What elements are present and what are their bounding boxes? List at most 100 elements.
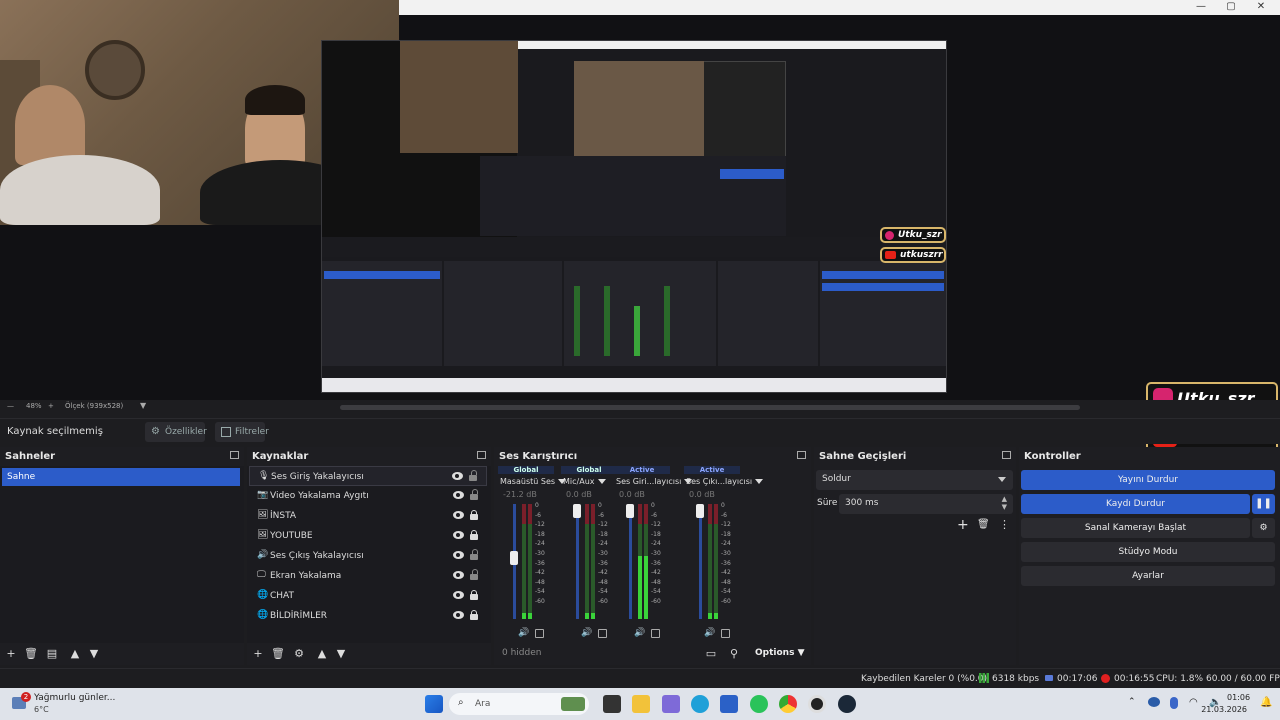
volume-fader[interactable]: [576, 504, 579, 619]
eye-icon[interactable]: [452, 472, 463, 480]
task-view-icon[interactable]: [603, 695, 621, 713]
source-item[interactable]: 🖼 İNSTA: [249, 506, 487, 526]
filters-button[interactable]: Filtreler: [215, 422, 269, 442]
trash-icon[interactable]: 🗑: [271, 648, 285, 660]
lock-icon[interactable]: [470, 510, 478, 520]
source-item[interactable]: 📷 Video Yakalama Aygıtı: [249, 486, 487, 506]
lock-icon[interactable]: [470, 530, 478, 540]
chevron-down-icon[interactable]: ▼: [140, 401, 146, 410]
chrome-icon[interactable]: [779, 695, 797, 713]
lock-icon[interactable]: [470, 590, 478, 600]
lock-icon[interactable]: [470, 489, 478, 500]
preview-canvas[interactable]: — ▢ ✕: [0, 0, 1280, 400]
stop-stream-button[interactable]: Yayını Durdur: [1021, 470, 1275, 490]
lock-icon[interactable]: [469, 470, 477, 481]
eye-icon[interactable]: [453, 611, 464, 619]
speaker-icon[interactable]: 🔊: [634, 628, 645, 638]
channel-name-select[interactable]: Ses Giri...layıcısı: [616, 477, 693, 486]
lock-icon[interactable]: [470, 610, 478, 620]
trash-icon[interactable]: 🗑: [977, 519, 990, 530]
maximize-button[interactable]: ▢: [1216, 0, 1246, 15]
notification-icon[interactable]: 🔔: [1260, 697, 1272, 708]
eye-icon[interactable]: [453, 551, 464, 559]
microphone-icon[interactable]: [1170, 697, 1178, 709]
source-item[interactable]: 🎙 Ses Giriş Yakalayıcısı: [249, 466, 487, 486]
copilot-icon[interactable]: [662, 695, 680, 713]
channel-name-select[interactable]: Mic/Aux: [563, 477, 606, 486]
undock-icon[interactable]: [230, 451, 239, 459]
obs-icon[interactable]: [808, 695, 826, 713]
channel-name-select[interactable]: Ses Çıkı...layıcısı: [686, 477, 764, 486]
eye-icon[interactable]: [453, 531, 464, 539]
virtual-camera-settings-button[interactable]: ⚙: [1252, 518, 1275, 538]
source-item[interactable]: 🔊 Ses Çıkış Yakalayıcısı: [249, 546, 487, 566]
wifi-icon[interactable]: ◠: [1189, 697, 1198, 708]
chevron-up-icon[interactable]: ⌃: [1128, 697, 1136, 707]
source-item[interactable]: 🖵 Ekran Yakalama: [249, 566, 487, 586]
lock-icon[interactable]: [470, 569, 478, 580]
channel-settings-icon[interactable]: [598, 629, 607, 638]
minimize-button[interactable]: —: [1186, 0, 1216, 15]
zoom-scale-select[interactable]: Ölçek (939x528): [65, 402, 123, 410]
speaker-icon[interactable]: 🔊: [581, 628, 592, 638]
whatsapp-icon[interactable]: [750, 695, 768, 713]
spinner-icon[interactable]: ▲ ▼: [1002, 495, 1007, 511]
file-explorer-icon[interactable]: [632, 695, 650, 713]
edge-icon[interactable]: [691, 695, 709, 713]
virtual-camera-button[interactable]: Sanal Kamerayı Başlat: [1021, 518, 1250, 538]
move-up-button[interactable]: ▲: [69, 648, 81, 660]
cloud-icon[interactable]: [1148, 697, 1160, 707]
properties-button[interactable]: ⚙ Özellikler: [145, 422, 207, 442]
lock-icon[interactable]: [470, 549, 478, 560]
zoom-in-button[interactable]: +: [48, 402, 54, 410]
eye-icon[interactable]: [453, 511, 464, 519]
speaker-icon[interactable]: 🔊: [518, 628, 529, 638]
fader-knob[interactable]: [696, 504, 704, 518]
eye-icon[interactable]: [453, 591, 464, 599]
layout-icon[interactable]: ▭: [705, 648, 717, 660]
source-item[interactable]: 🌐 BİLDİRİMLER: [249, 606, 487, 626]
start-icon[interactable]: [425, 695, 443, 713]
filter-icon[interactable]: ▤: [46, 648, 58, 660]
scene-item[interactable]: Sahne: [2, 468, 240, 486]
volume-fader[interactable]: [629, 504, 632, 619]
source-item[interactable]: 🌐 CHAT: [249, 586, 487, 606]
channel-settings-icon[interactable]: [721, 629, 730, 638]
pause-recording-button[interactable]: ❚❚: [1252, 494, 1275, 514]
undock-icon[interactable]: [477, 451, 486, 459]
channel-name-select[interactable]: Masaüstü Ses: [500, 477, 567, 486]
fader-knob[interactable]: [573, 504, 581, 518]
move-down-button[interactable]: ▼: [88, 648, 100, 660]
settings-button[interactable]: Ayarlar: [1021, 566, 1275, 586]
studio-mode-button[interactable]: Stüdyo Modu: [1021, 542, 1275, 562]
search-box[interactable]: ⌕ Ara: [449, 693, 589, 715]
speaker-icon[interactable]: 🔊: [704, 628, 715, 638]
duration-input[interactable]: 300 ms ▲ ▼: [839, 494, 1013, 514]
undock-icon[interactable]: [1002, 451, 1011, 459]
source-item[interactable]: 🖼 YOUTUBE: [249, 526, 487, 546]
channel-settings-icon[interactable]: [651, 629, 660, 638]
eye-icon[interactable]: [453, 571, 464, 579]
fader-knob[interactable]: [626, 504, 634, 518]
link-icon[interactable]: ⚲: [728, 648, 740, 660]
channel-settings-icon[interactable]: [535, 629, 544, 638]
add-scene-button[interactable]: +: [5, 648, 17, 660]
options-button[interactable]: Options ▼: [755, 648, 805, 658]
transition-select[interactable]: Soldur: [816, 470, 1013, 490]
volume-fader[interactable]: [699, 504, 702, 619]
store-icon[interactable]: [720, 695, 738, 713]
gear-icon[interactable]: ⚙: [293, 648, 305, 660]
steam-icon[interactable]: [838, 695, 856, 713]
move-up-button[interactable]: ▲: [316, 648, 328, 660]
zoom-out-button[interactable]: —: [7, 402, 14, 410]
stop-recording-button[interactable]: Kaydı Durdur: [1021, 494, 1250, 514]
eye-icon[interactable]: [453, 491, 464, 499]
more-icon[interactable]: ⋮: [999, 518, 1010, 531]
move-down-button[interactable]: ▼: [335, 648, 347, 660]
add-source-button[interactable]: +: [252, 648, 264, 660]
close-button[interactable]: ✕: [1246, 0, 1276, 15]
add-transition-button[interactable]: +: [957, 517, 969, 533]
fader-knob[interactable]: [510, 551, 518, 566]
trash-icon[interactable]: 🗑: [24, 648, 38, 660]
preview-scrollbar[interactable]: [340, 405, 1080, 410]
